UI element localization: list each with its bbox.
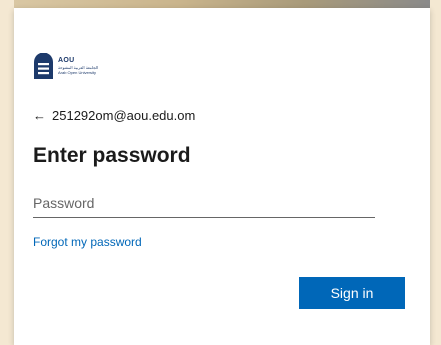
background-top	[14, 0, 430, 8]
password-input[interactable]	[33, 189, 375, 218]
aou-logo-icon	[33, 52, 54, 79]
sign-in-card: AOU الجامعة العربية المفتوحة Arab Open U…	[14, 8, 430, 345]
logo-english-name: Arab Open University	[58, 70, 97, 75]
university-logo: AOU الجامعة العربية المفتوحة Arab Open U…	[33, 52, 98, 79]
account-email: 251292om@aou.edu.om	[52, 108, 196, 123]
logo-text: AOU الجامعة العربية المفتوحة Arab Open U…	[58, 57, 98, 75]
logo-abbreviation: AOU	[58, 57, 75, 64]
sign-in-button[interactable]: Sign in	[299, 277, 405, 309]
forgot-password-link[interactable]: Forgot my password	[33, 235, 142, 249]
account-identity: ← 251292om@aou.edu.om	[33, 108, 195, 123]
back-arrow-icon[interactable]: ←	[33, 108, 46, 123]
background-right	[430, 0, 441, 345]
page-title: Enter password	[33, 144, 191, 167]
background-left	[0, 0, 14, 345]
